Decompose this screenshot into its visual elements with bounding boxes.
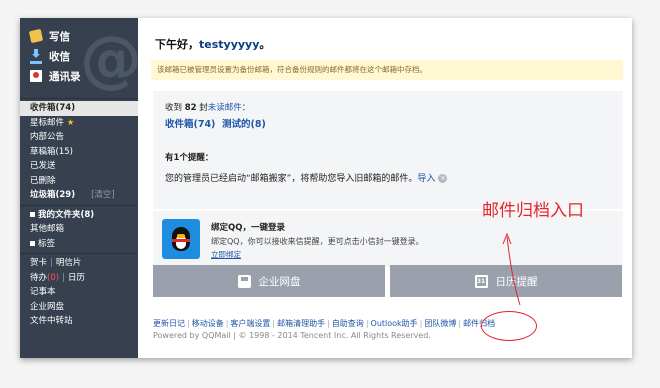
sidebar-item-drafts[interactable]: 草稿箱(15) <box>20 145 138 160</box>
sidebar-item-spam[interactable]: 垃圾箱(29) [清空] <box>20 188 138 203</box>
expand-icon <box>30 211 35 217</box>
folder-link-inbox[interactable]: 收件箱(74) <box>165 119 215 130</box>
username: testyyyyy <box>199 38 260 51</box>
qq-bind-description: 绑定QQ，你可以接收来信提醒，更可点击小信封一键登录。 <box>211 237 424 246</box>
contacts-icon <box>30 70 42 82</box>
sidebar-item-disk[interactable]: 企业网盘 <box>20 300 138 315</box>
sidebar-item-other-mailbox[interactable]: 其他邮箱 <box>20 222 138 237</box>
sidebar-item-sent[interactable]: 已发送 <box>20 159 138 174</box>
sidebar-item-announcements[interactable]: 内部公告 <box>20 130 138 145</box>
star-icon: ★ <box>66 117 75 128</box>
download-arrow-icon <box>30 48 42 64</box>
folder-links: 收件箱(74) 测试的(8) <box>165 116 266 130</box>
sidebar-item-tags[interactable]: 标签 <box>20 237 138 252</box>
copyright: Powered by QQMail | © 1998 - 2014 Tencen… <box>153 331 431 340</box>
tools-row-cards: 贺卡 | 明信片 <box>30 258 82 268</box>
pencil-icon <box>28 28 44 44</box>
sidebar-item-my-folders[interactable]: 我的文件夹(8) <box>20 208 138 223</box>
greeting: 下午好，testyyyyy。 <box>155 38 271 51</box>
unread-link[interactable]: 未读邮件 <box>208 103 242 113</box>
footer-links: 更新日记 | 移动设备 | 客户端设置 | 邮箱清理助手 | 自助查询 | Outlook助手 | 团队… <box>153 319 496 328</box>
footer-link-client-settings[interactable]: 客户端设置 <box>230 319 270 328</box>
footer-link-mobile[interactable]: 移动设备 <box>192 319 224 328</box>
annotation-label: 邮件归档入口 <box>482 201 584 221</box>
folder-link-test[interactable]: 测试的(8) <box>222 119 266 130</box>
footer-link-outlook[interactable]: Outlook助手 <box>371 319 418 328</box>
disk-icon <box>237 274 251 288</box>
import-link[interactable]: 导入 <box>417 174 435 184</box>
sidebar-item-card[interactable]: 贺卡 <box>30 258 47 268</box>
sidebar-item-deleted[interactable]: 已删除 <box>20 174 138 189</box>
sidebar: @ 写信 收信 通讯录 收件箱(74) 星标邮件 ★ 内部公告 草稿箱(15) … <box>20 18 142 358</box>
receive-label: 收信 <box>49 50 70 63</box>
calendar-reminder-button[interactable]: 31 日历提醒 <box>390 265 622 297</box>
sidebar-item-postcard[interactable]: 明信片 <box>56 258 82 268</box>
at-logo-icon: @ <box>80 22 142 95</box>
mail-summary: 收到 82 封未读邮件： 收件箱(74) 测试的(8) 有1个提醒： 您的管理员… <box>153 91 623 209</box>
footer-link-self-query[interactable]: 自助查询 <box>332 319 364 328</box>
sidebar-item-todo[interactable]: 待办 <box>30 273 47 283</box>
footer-link-changelog[interactable]: 更新日记 <box>153 319 185 328</box>
sidebar-actions: @ 写信 收信 通讯录 <box>20 18 142 98</box>
close-icon[interactable]: × <box>438 174 448 183</box>
backup-notice: 该邮箱已被管理员设置为备份邮箱，符合备份规则的邮件都将在这个邮箱中存档。 <box>151 60 623 80</box>
reminder-text: 您的管理员已经启动“邮箱搬家”，将帮助您导入旧邮箱的邮件。导入 × <box>165 174 448 184</box>
todo-count: (0) <box>47 272 60 283</box>
footer-link-cleanup[interactable]: 邮箱清理助手 <box>277 319 325 328</box>
annotation-ellipse <box>481 311 537 341</box>
compose-label: 写信 <box>49 30 70 43</box>
sidebar-item-starred[interactable]: 星标邮件 ★ <box>20 116 138 131</box>
contacts-label: 通讯录 <box>49 70 81 83</box>
received-summary: 收到 82 封未读邮件： <box>165 103 251 113</box>
main-panel: 下午好，testyyyyy。 该邮箱已被管理员设置为备份邮箱，符合备份规则的邮件… <box>138 18 632 358</box>
sidebar-item-inbox[interactable]: 收件箱(74) <box>20 101 138 116</box>
sidebar-item-calendar[interactable]: 日历 <box>68 273 85 283</box>
mail-window: @ 写信 收信 通讯录 收件箱(74) 星标邮件 ★ 内部公告 草稿箱(15) … <box>20 18 632 358</box>
qq-penguin-icon <box>162 219 200 259</box>
sidebar-item-notes[interactable]: 记事本 <box>20 285 138 300</box>
sidebar-item-transfer[interactable]: 文件中转站 <box>20 314 138 329</box>
qq-bind-title: 绑定QQ，一键登录 <box>211 223 285 233</box>
tools-row-todo: 待办(0) | 日历 <box>30 272 85 283</box>
tools: 贺卡 | 明信片 待办(0) | 日历 记事本 企业网盘 文件中转站 <box>20 253 138 331</box>
qq-bind-link[interactable]: 立即绑定 <box>211 249 241 260</box>
reminder-title: 有1个提醒： <box>165 153 214 163</box>
expand-icon <box>30 240 35 246</box>
my-folders: 我的文件夹(8) 其他邮箱 标签 <box>20 204 138 254</box>
mail-folders: 收件箱(74) 星标邮件 ★ 内部公告 草稿箱(15) 已发送 已删除 垃圾箱(… <box>20 98 138 205</box>
enterprise-disk-label: 企业网盘 <box>258 275 301 288</box>
calendar-icon: 31 <box>474 274 488 288</box>
enterprise-disk-button[interactable]: 企业网盘 <box>153 265 385 297</box>
empty-spam-link[interactable]: [清空] <box>91 190 115 200</box>
calendar-reminder-label: 日历提醒 <box>495 275 538 288</box>
footer-link-team-weibo[interactable]: 团队微博 <box>424 319 456 328</box>
